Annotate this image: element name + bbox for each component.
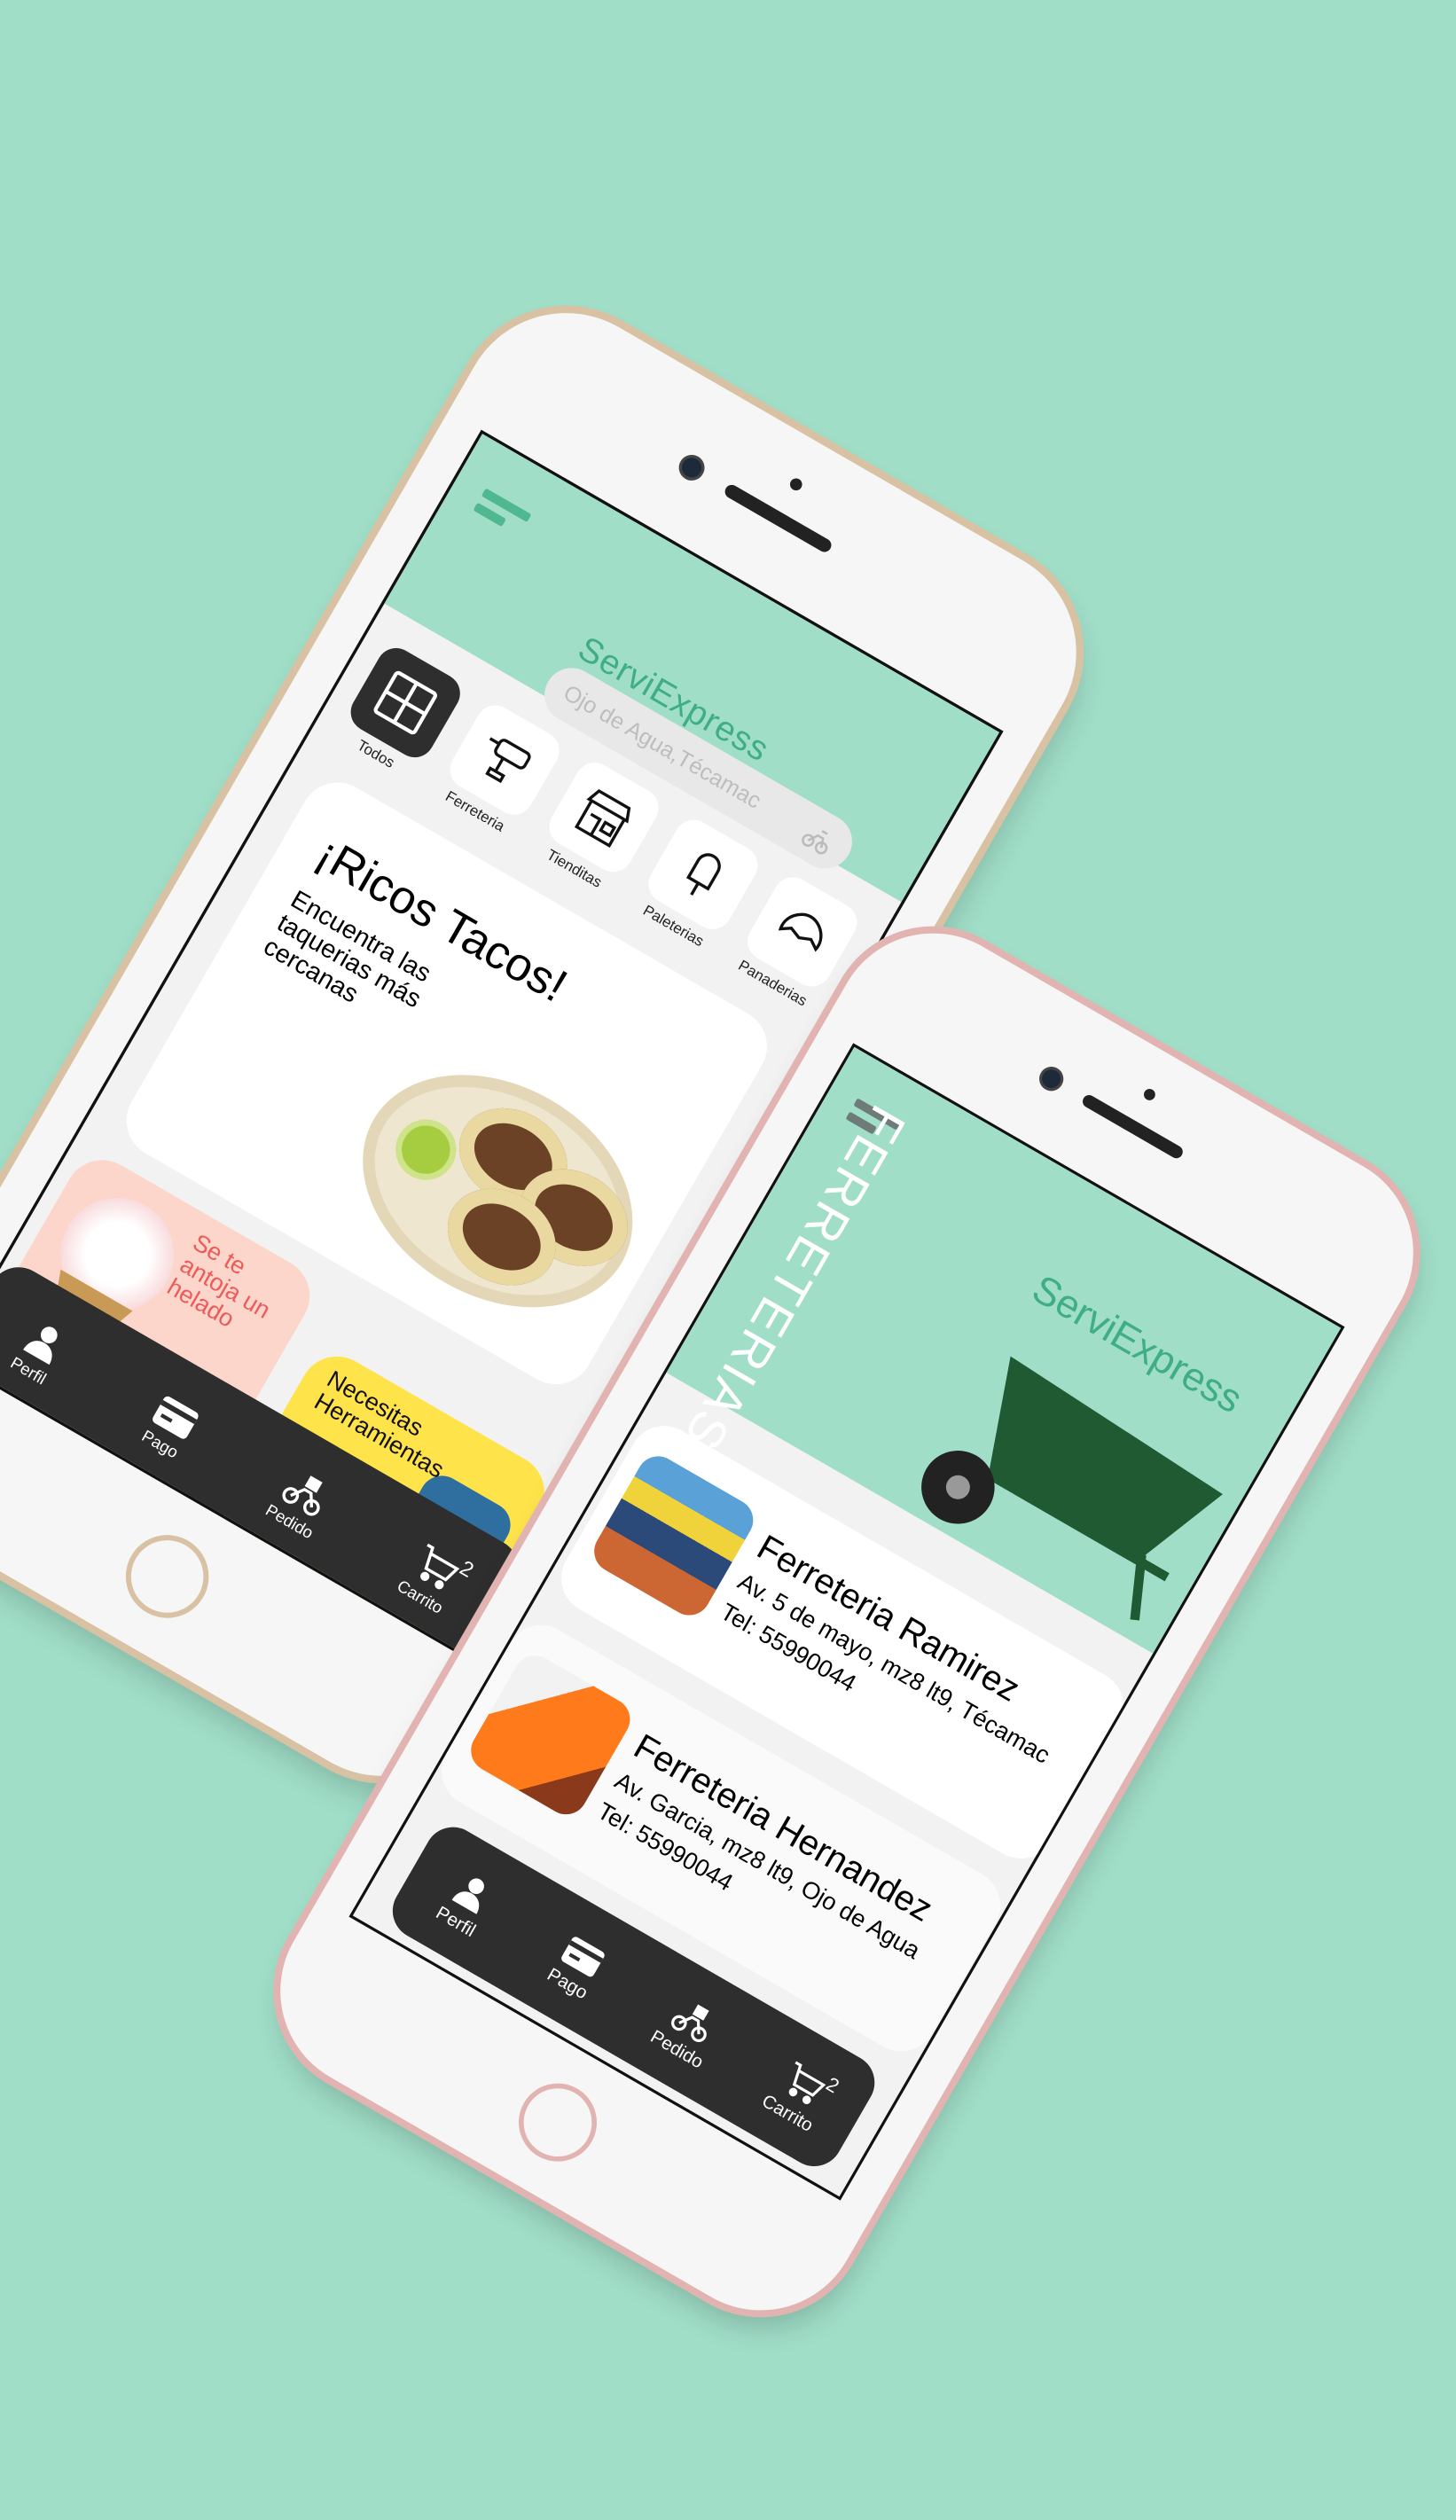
popsicle-icon (686, 853, 721, 896)
delivery-bike-icon[interactable] (798, 817, 839, 857)
front-camera (674, 450, 709, 486)
front-camera (1035, 1062, 1069, 1096)
speaker (722, 482, 834, 555)
category-ferreteria[interactable]: Ferreteria (431, 698, 567, 841)
nav-carrito[interactable]: Carrito 2 (380, 1531, 482, 1626)
croissant-icon (778, 912, 823, 952)
sensor (1141, 1086, 1158, 1103)
nav-carrito[interactable]: Carrito 2 (748, 2049, 847, 2141)
menu-icon[interactable] (471, 488, 532, 540)
tacos-image (320, 1028, 675, 1355)
nav-pago[interactable]: Pago (119, 1382, 219, 1474)
nav-pedido[interactable]: Pedido (248, 1456, 351, 1551)
sensor (787, 476, 805, 493)
speaker (1080, 1092, 1186, 1161)
category-paleterias[interactable]: Paleterias (630, 812, 765, 957)
category-tienditas[interactable]: Tienditas (530, 755, 666, 899)
nav-perfil[interactable]: Perfil (417, 1858, 515, 1950)
nav-perfil[interactable]: Perfil (0, 1305, 90, 1400)
nav-pedido[interactable]: Pedido (638, 1985, 736, 2078)
nav-pago[interactable]: Pago (528, 1923, 625, 2012)
promo-text: Se te antoja un helado (162, 1228, 276, 1333)
drill-icon (485, 737, 531, 784)
category-todos[interactable]: Todos (332, 640, 467, 785)
home-button (110, 1520, 224, 1633)
store-icon (574, 789, 631, 849)
grid-icon (373, 670, 437, 735)
home-button (504, 2069, 612, 2176)
